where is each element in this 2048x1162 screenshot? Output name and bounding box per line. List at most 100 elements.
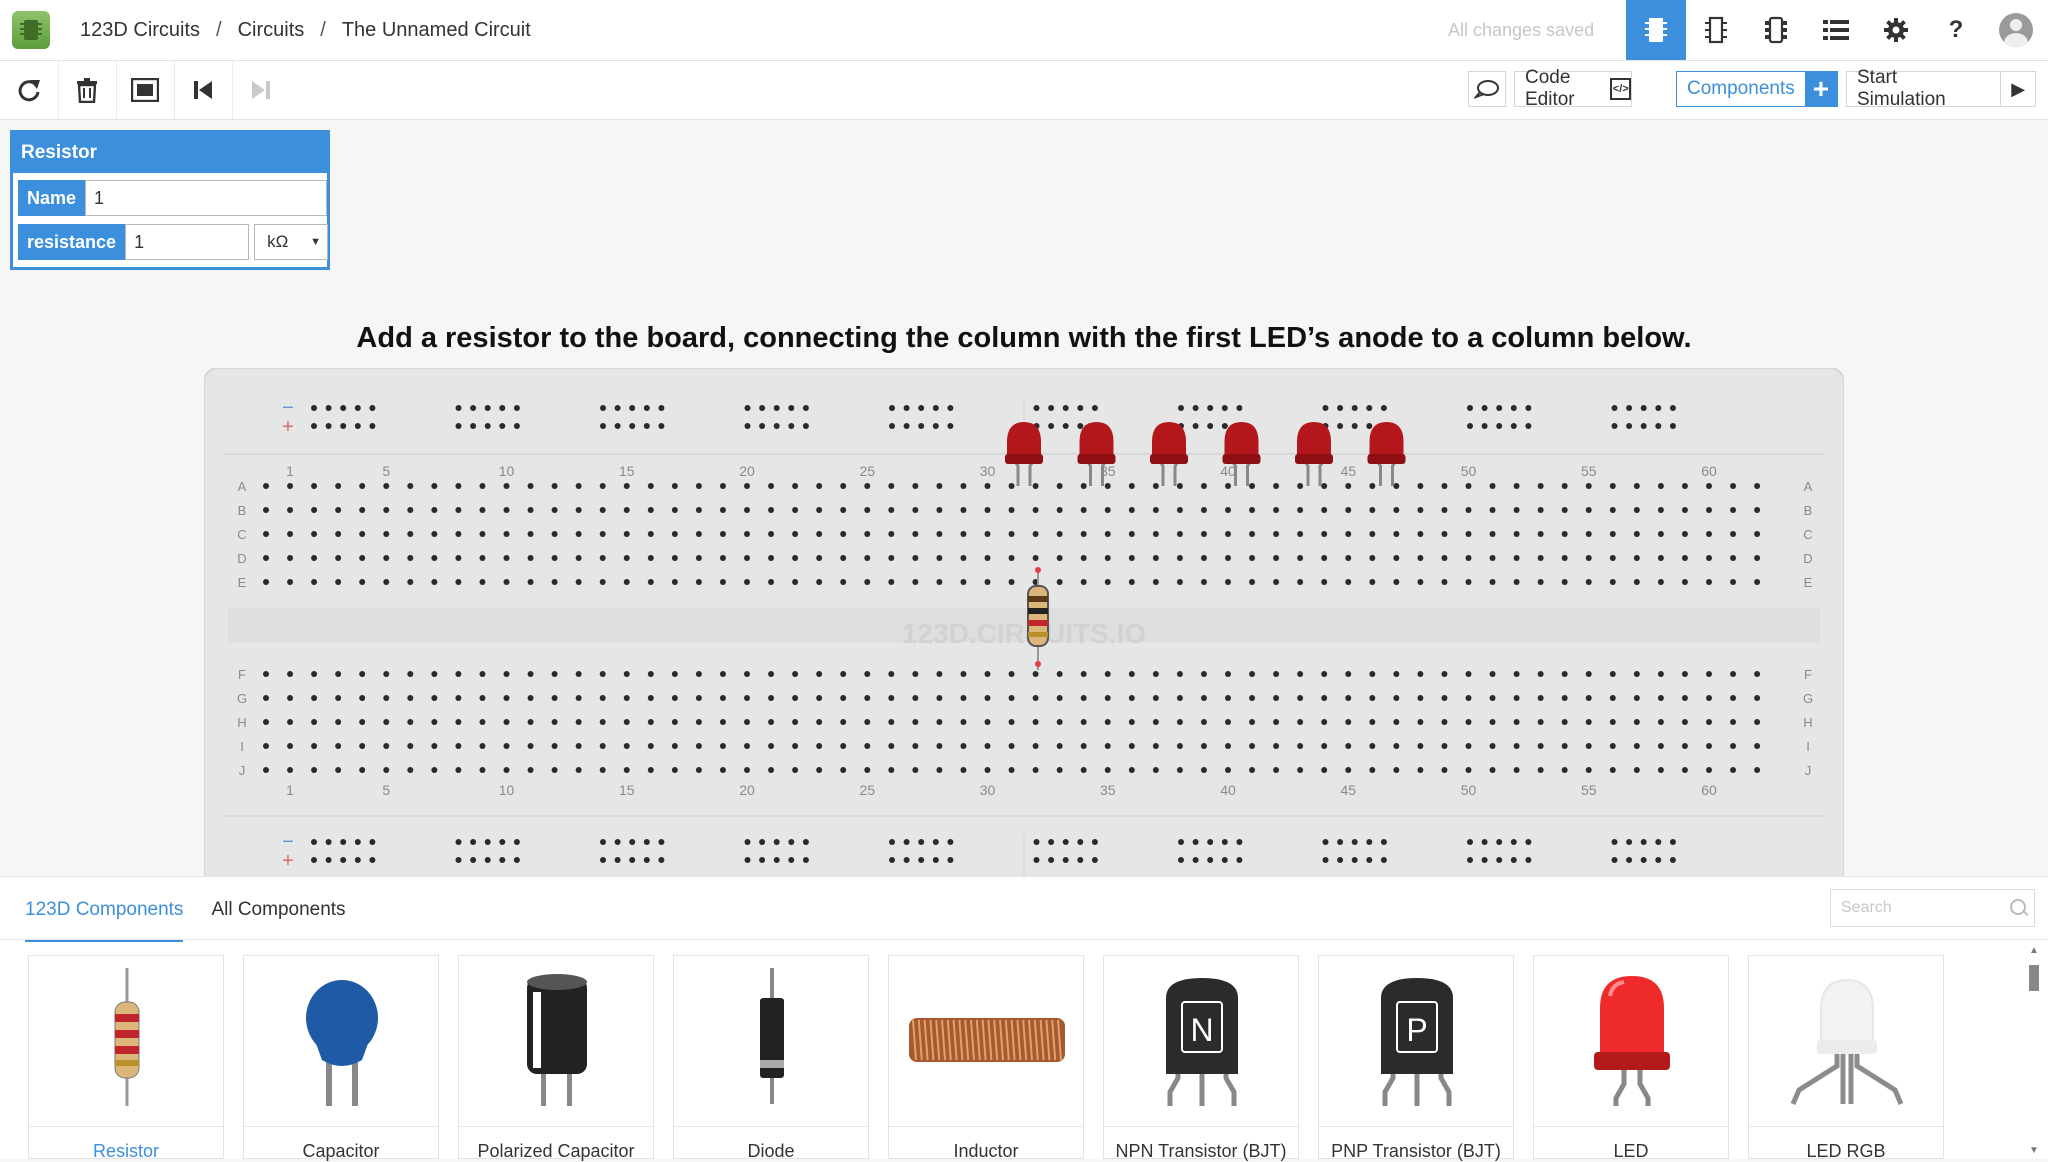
tab-all-components[interactable]: All Components — [211, 899, 345, 942]
component-card-pnp-transistor[interactable]: P PNP Transistor (BJT) — [1318, 955, 1514, 1161]
search-icon[interactable] — [2009, 898, 2026, 918]
breadcrumb: 123D Circuits / Circuits / The Unnamed C… — [80, 19, 531, 42]
breadcrumb-current[interactable]: The Unnamed Circuit — [342, 19, 531, 42]
gear-icon — [1884, 18, 1908, 42]
rail-plus-label: + — [282, 416, 294, 438]
scroll-up-icon[interactable]: ▲ — [2029, 945, 2039, 956]
start-simulation-button[interactable]: Start Simulation ▶ — [1846, 67, 2036, 110]
row-label: B — [1804, 503, 1813, 518]
card-divider — [1319, 1126, 1513, 1127]
component-card-capacitor[interactable]: Capacitor — [243, 955, 439, 1161]
card-divider — [674, 1126, 868, 1127]
column-number: 55 — [1581, 463, 1597, 479]
start-simulation-label: Start Simulation — [1857, 67, 1946, 110]
component-card-resistor[interactable]: Resistor — [28, 955, 224, 1161]
row-label: F — [1804, 667, 1812, 682]
resistance-unit-select[interactable]: kΩ ▼ — [254, 224, 329, 260]
column-number: 55 — [1581, 782, 1597, 798]
component-card-npn-transistor[interactable]: N NPN Transistor (BJT) — [1103, 955, 1299, 1161]
column-number: 10 — [499, 463, 515, 479]
row-label: H — [1803, 715, 1812, 730]
column-number: 25 — [859, 782, 875, 798]
components-label: Components — [1687, 78, 1795, 99]
app-logo-icon[interactable] — [12, 11, 50, 49]
name-input[interactable] — [85, 180, 328, 216]
component-label: LED RGB — [1806, 1141, 1886, 1161]
component-list-button[interactable] — [1806, 0, 1866, 60]
row-label: G — [1803, 691, 1813, 706]
column-number: 1 — [286, 782, 294, 798]
row-label: A — [238, 479, 247, 494]
column-number: 30 — [980, 463, 996, 479]
resistance-field-row: resistance kΩ ▼ — [18, 224, 329, 260]
play-icon: ▶ — [2000, 72, 2035, 106]
column-number: 20 — [739, 782, 755, 798]
breadcrumb-circuits[interactable]: Circuits — [238, 19, 305, 42]
row-label: G — [237, 691, 247, 706]
name-field-row: Name — [18, 180, 328, 216]
breadboard-view-icon — [1645, 18, 1667, 42]
component-label: NPN Transistor (BJT) — [1115, 1141, 1287, 1161]
fit-to-screen-button[interactable] — [116, 61, 175, 119]
npn-transistor-icon: N — [1166, 978, 1238, 1106]
component-card-inductor[interactable]: Inductor — [888, 955, 1084, 1161]
inductor-icon — [909, 1018, 1065, 1062]
user-menu-button[interactable] — [1986, 0, 2046, 60]
component-label: LED — [1613, 1141, 1649, 1161]
column-number: 60 — [1701, 782, 1717, 798]
component-card-polarized-capacitor[interactable]: Polarized Capacitor — [458, 955, 654, 1161]
schematic-view-button[interactable] — [1686, 0, 1746, 60]
breadcrumb-home[interactable]: 123D Circuits — [80, 19, 200, 42]
resistance-label: resistance — [18, 224, 126, 260]
comments-button[interactable] — [1468, 71, 1506, 107]
step-back-button[interactable] — [174, 61, 233, 119]
top-header: 123D Circuits / Circuits / The Unnamed C… — [0, 0, 2048, 61]
rail-plus-label: + — [282, 850, 294, 872]
breadboard-view-button[interactable] — [1626, 0, 1686, 60]
tab-123d-components[interactable]: 123D Components — [25, 899, 184, 942]
fit-screen-icon — [131, 78, 159, 102]
code-icon: </> — [1610, 78, 1631, 100]
row-label: F — [238, 667, 246, 682]
speech-bubble-icon — [1474, 80, 1499, 99]
pcb-view-icon — [1765, 16, 1787, 44]
scrollbar-thumb[interactable] — [2029, 965, 2039, 991]
component-card-diode[interactable]: Diode — [673, 955, 869, 1161]
library-scrollbar[interactable]: ▲ ▼ — [2027, 943, 2041, 1159]
card-divider — [29, 1126, 223, 1127]
search-input[interactable] — [1839, 898, 2003, 918]
component-card-led-rgb[interactable]: LED RGB — [1748, 955, 1944, 1161]
row-label: D — [237, 551, 246, 566]
column-number: 35 — [1100, 782, 1116, 798]
pnp-transistor-icon: P — [1381, 978, 1453, 1106]
delete-button[interactable] — [58, 61, 117, 119]
column-number: 25 — [859, 463, 875, 479]
rotate-button[interactable] — [0, 61, 59, 119]
svg-text:P: P — [1406, 1012, 1427, 1048]
column-number: 45 — [1340, 463, 1356, 479]
row-label: C — [1803, 527, 1812, 542]
row-label: B — [238, 503, 247, 518]
breadcrumb-separator: / — [216, 19, 222, 41]
step-forward-button[interactable] — [232, 61, 290, 119]
code-editor-button[interactable]: Code Editor </> — [1514, 67, 1632, 110]
tutorial-instruction: Add a resistor to the board, connecting … — [356, 322, 1692, 354]
breadboard-canvas[interactable]: − + − + 1 1 5 5 10 10 15 15 20 20 25 25 30 30 35 35 40 40 45 4… — [203, 367, 1845, 889]
schematic-view-icon — [1705, 16, 1727, 44]
help-button[interactable]: ? — [1926, 0, 1986, 60]
column-number: 10 — [499, 782, 515, 798]
column-number: 50 — [1461, 463, 1477, 479]
row-label: J — [239, 763, 246, 778]
pcb-view-button[interactable] — [1746, 0, 1806, 60]
column-number: 50 — [1461, 782, 1477, 798]
resistance-input[interactable] — [125, 224, 250, 260]
scroll-down-icon[interactable]: ▼ — [2029, 1145, 2039, 1156]
breadboard[interactable]: −+−+ 11551010151520202525303035354040454… — [203, 367, 1845, 889]
components-button[interactable]: Components + — [1676, 71, 1838, 107]
settings-button[interactable] — [1866, 0, 1926, 60]
card-divider — [1749, 1126, 1943, 1127]
polarized-capacitor-icon — [527, 974, 587, 1106]
component-card-led[interactable]: LED — [1533, 955, 1729, 1161]
component-inspector: Resistor Name resistance kΩ ▼ — [10, 130, 330, 270]
card-divider — [889, 1126, 1083, 1127]
